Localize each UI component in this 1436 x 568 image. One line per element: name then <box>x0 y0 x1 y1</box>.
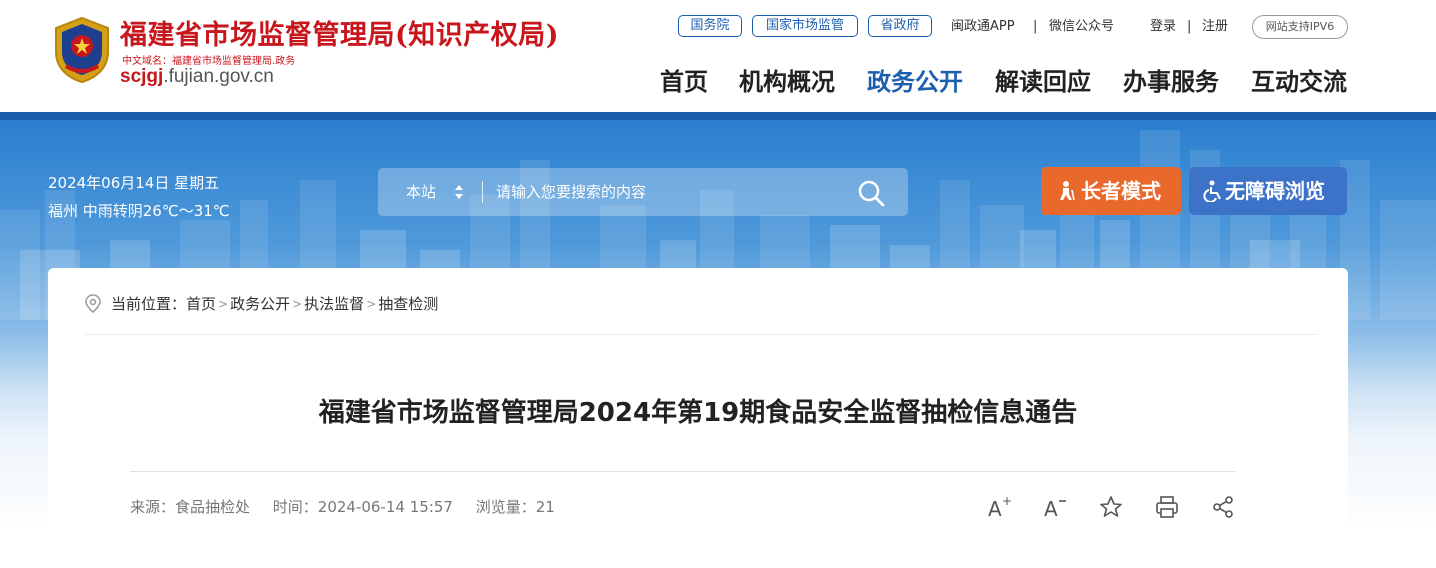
breadcrumb-item[interactable]: 政务公开 <box>230 292 290 316</box>
article-source: 来源：食品抽检处 <box>130 498 251 516</box>
search-scope-select[interactable]: 本站 <box>406 168 436 216</box>
link-state-council[interactable]: 国务院 <box>678 15 742 37</box>
main-nav: 首页 机构概况 政务公开 解读回应 办事服务 互动交流 <box>0 66 1436 100</box>
breadcrumb-separator: > <box>218 297 229 311</box>
search-icon[interactable] <box>856 178 886 208</box>
register-link[interactable]: 注册 <box>1202 17 1228 37</box>
separator: | <box>1187 19 1192 34</box>
chevron-updown-icon[interactable] <box>454 183 464 201</box>
article-title: 福建省市场监督管理局2024年第19期食品安全监督抽检信息通告 <box>318 398 1078 428</box>
breadcrumb-item[interactable]: 抽查检测 <box>378 292 438 316</box>
breadcrumb-item[interactable]: 执法监督 <box>304 292 364 316</box>
location-pin-icon <box>85 294 101 313</box>
article-time: 时间：2024-06-14 15:57 <box>272 498 453 516</box>
header-divider-bar <box>0 112 1436 120</box>
weather-info: 福州 中雨转阴26℃～31℃ <box>48 202 230 220</box>
search-divider <box>482 181 483 203</box>
print-icon[interactable] <box>1154 494 1180 520</box>
wheelchair-icon <box>1203 180 1221 202</box>
font-increase-icon[interactable]: A + <box>986 494 1012 520</box>
login-link[interactable]: 登录 <box>1150 17 1176 37</box>
separator: | <box>1033 19 1038 34</box>
star-icon[interactable] <box>1098 494 1124 520</box>
search-input[interactable] <box>496 176 836 208</box>
svg-text:+: + <box>1002 494 1012 508</box>
article-meta: 来源：食品抽检处 时间：2024-06-14 15:57 浏览量：21 <box>130 496 573 518</box>
elder-icon <box>1060 181 1075 201</box>
divider <box>84 334 1318 335</box>
nav-services[interactable]: 办事服务 <box>1123 66 1219 98</box>
svg-text:A: A <box>988 497 1002 520</box>
chinese-domain: 中文域名：福建省市场监督管理局.政务 <box>122 56 296 67</box>
divider <box>130 471 1236 472</box>
accessible-browse-label: 无障碍浏览 <box>1225 179 1325 203</box>
site-header: 福建省市场监督管理局(知识产权局) 中文域名：福建省市场监督管理局.政务 scj… <box>0 0 1436 112</box>
nav-home[interactable]: 首页 <box>660 66 708 98</box>
link-wechat[interactable]: 微信公众号 <box>1049 17 1114 37</box>
link-samr[interactable]: 国家市场监管 <box>752 15 858 37</box>
link-provincial-gov[interactable]: 省政府 <box>868 15 932 37</box>
breadcrumb-prefix: 当前位置： <box>111 295 187 313</box>
share-icon[interactable] <box>1210 494 1236 520</box>
link-app[interactable]: 闽政通APP <box>951 17 1015 37</box>
breadcrumb-separator: > <box>292 297 303 311</box>
elder-mode-button[interactable]: 长者模式 <box>1041 167 1181 215</box>
current-date: 2024年06月14日 星期五 <box>48 174 220 192</box>
accessible-browse-button[interactable]: 无障碍浏览 <box>1189 167 1347 215</box>
svg-text:A: A <box>1044 497 1058 520</box>
breadcrumb-separator: > <box>366 297 377 311</box>
article-views: 浏览量：21 <box>475 498 555 516</box>
nav-interact[interactable]: 互动交流 <box>1251 66 1347 98</box>
nav-affairs[interactable]: 政务公开 <box>867 66 963 98</box>
nav-interpret[interactable]: 解读回应 <box>995 66 1091 98</box>
article-card: 当前位置： 首页 > 政务公开 > 执法监督 > 抽查检测 福建省市场监督管理局… <box>48 268 1348 568</box>
font-decrease-icon[interactable]: A <box>1042 494 1068 520</box>
ipv6-badge: 网站支持IPV6 <box>1252 15 1348 39</box>
search-bar: 本站 <box>378 168 908 216</box>
top-links: 国务院 国家市场监管 省政府 闽政通APP | 微信公众号 登录 | 注册 网站… <box>0 15 1436 39</box>
elder-mode-label: 长者模式 <box>1081 179 1161 203</box>
nav-org[interactable]: 机构概况 <box>739 66 835 98</box>
breadcrumb-item[interactable]: 首页 <box>186 292 216 316</box>
